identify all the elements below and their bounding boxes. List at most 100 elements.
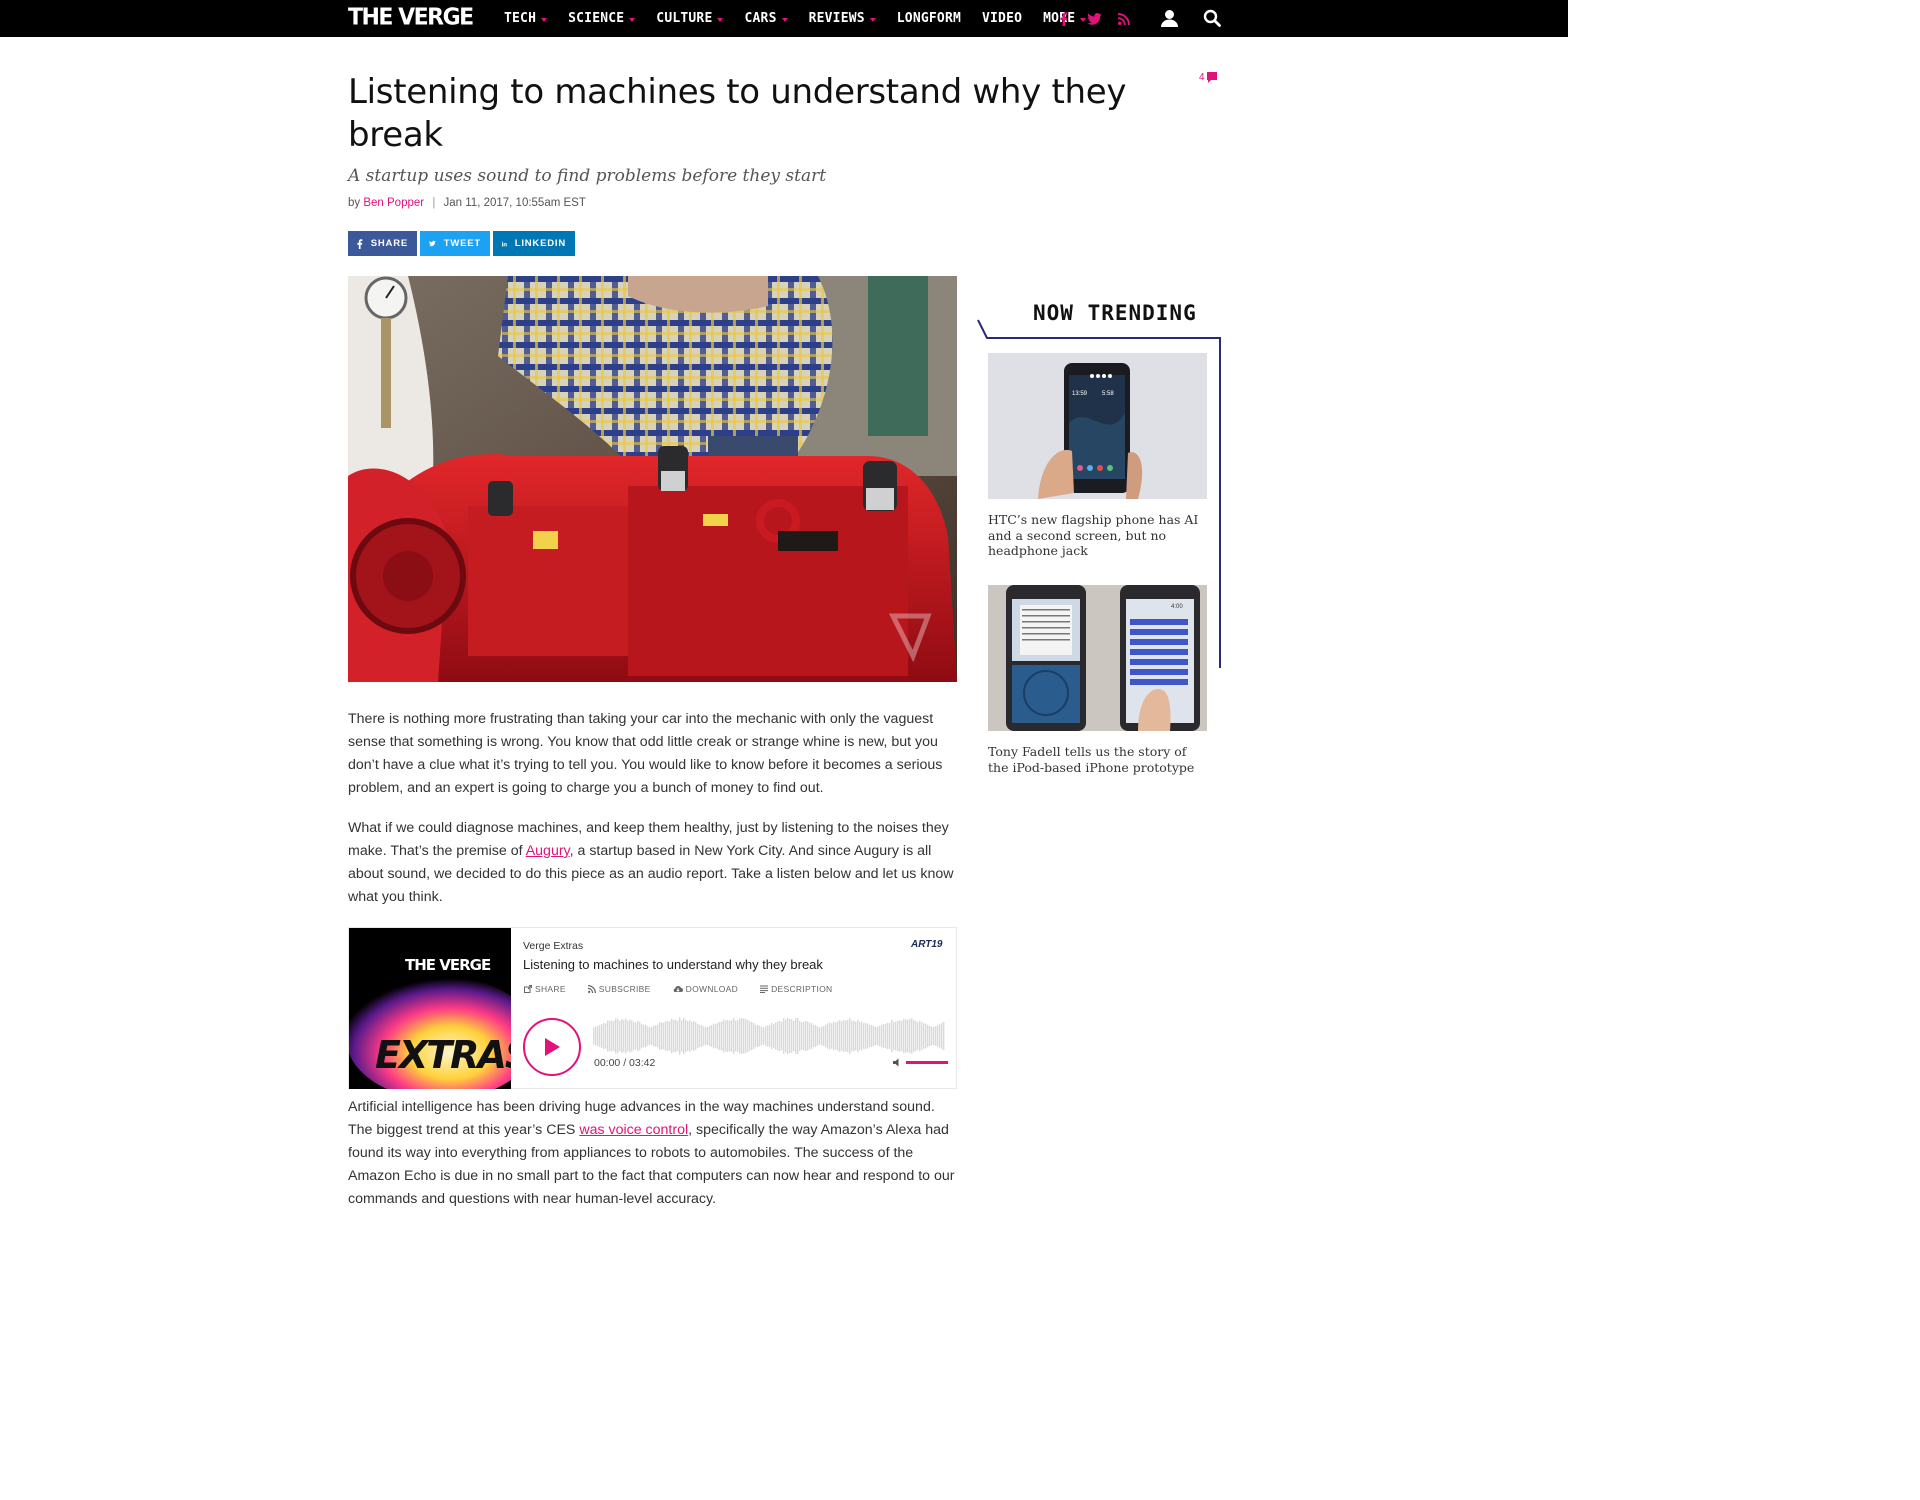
waveform-bar [787,1017,789,1055]
player-description-link[interactable]: DESCRIPTION [760,984,832,994]
waveform-bar [811,1023,813,1049]
player-download-link[interactable]: DOWNLOAD [673,984,738,994]
waveform-bar [719,1021,721,1051]
waveform-bar [617,1018,619,1054]
waveform-bar [695,1022,697,1050]
facebook-icon[interactable] [1055,10,1073,28]
waveform-bar [795,1018,797,1054]
waveform-bar [765,1026,767,1046]
waveform-bar [923,1023,925,1049]
waveform-bar [897,1020,899,1052]
waveform-bar [605,1023,607,1049]
voice-control-link[interactable]: was voice control [579,1122,688,1138]
player-share-link[interactable]: SHARE [524,984,566,994]
waveform-bar [669,1021,671,1051]
waveform-bar [681,1020,683,1052]
waveform-bar [641,1024,643,1048]
nav-label: CULTURE [656,11,713,26]
waveform-bar [613,1020,615,1052]
phone-screen-time: 13:59 [1072,391,1088,397]
waveform-bar [851,1020,853,1052]
nav-item-tech[interactable]: TECH [504,11,548,26]
social-links [1055,0,1133,37]
waveform-bar [885,1023,887,1049]
waveform-bar [677,1020,679,1052]
waveform-bar [915,1020,917,1052]
author-link[interactable]: Ben Popper [363,197,424,209]
byline-separator: | [432,197,436,209]
waveform-bar [689,1020,691,1052]
augury-link[interactable]: Augury [526,843,570,859]
waveform-bar [815,1025,817,1047]
waveform-bar [691,1021,693,1051]
comment-count-link[interactable]: 4 [1199,72,1217,83]
art19-logo[interactable]: ART19 [911,939,943,950]
waveform-bar [803,1022,805,1050]
waveform-bar [901,1021,903,1051]
waveform-bar [611,1020,613,1052]
trending-thumbnail-ipod-prototype[interactable]: 4:00 [988,585,1207,731]
nav-label: TECH [504,11,537,26]
waveform-bar [797,1017,799,1055]
player-actions: SHARE SUBSCRIBE DOWNLOAD DESCRIPTION [524,984,832,994]
nav-item-science[interactable]: SCIENCE [568,11,636,26]
trending-headline-2[interactable]: Tony Fadell tells us the story of the iP… [988,744,1210,775]
audio-waveform[interactable] [593,1014,945,1058]
caret-down-icon [629,17,636,22]
waveform-bar [859,1022,861,1050]
nav-item-culture[interactable]: CULTURE [656,11,724,26]
trending-headline-1[interactable]: HTC’s new flagship phone has AI and a se… [988,512,1210,559]
waveform-bar [659,1022,661,1050]
share-icon [524,985,532,993]
play-button[interactable] [523,1018,581,1076]
waveform-bar [867,1023,869,1049]
player-link-label: SUBSCRIBE [598,984,651,994]
hero-image-machinery [348,276,957,682]
waveform-bar [835,1022,837,1050]
waveform-bar [597,1025,599,1047]
waveform-bar [701,1025,703,1047]
volume-slider[interactable] [906,1061,948,1064]
waveform-bar [831,1023,833,1049]
nav-label: REVIEWS [808,11,865,26]
nav-item-video[interactable]: VIDEO [982,11,1022,26]
waveform-bar [821,1026,823,1046]
play-icon [545,1038,560,1056]
waveform-bar [865,1022,867,1050]
waveform-bar [737,1020,739,1052]
waveform-bar [937,1025,939,1047]
waveform-bar [665,1020,667,1052]
waveform-bar [917,1022,919,1050]
waveform-bar [809,1022,811,1050]
waveform-bar [645,1024,647,1048]
waveform-bar [671,1018,673,1054]
rss-icon[interactable] [1115,10,1133,28]
waveform-bar [779,1021,781,1051]
twitter-icon[interactable] [1085,10,1103,28]
facebook-share-button[interactable]: SHARE [348,231,417,256]
twitter-icon [429,240,436,247]
search-icon[interactable] [1203,9,1221,27]
site-logo[interactable]: THE VERGE [348,3,474,32]
waveform-bar [679,1017,681,1055]
waveform-bar [827,1023,829,1049]
waveform-bar [813,1025,815,1047]
player-link-label: DOWNLOAD [685,984,739,994]
player-subscribe-link[interactable]: SUBSCRIBE [587,984,651,994]
trending-thumbnail-htc-phone[interactable]: 13:59 5:58 [988,353,1207,499]
volume-control[interactable] [893,1058,948,1067]
linkedin-share-button[interactable]: LINKEDIN [493,231,575,256]
share-label: TWEET [443,238,481,249]
nav-item-cars[interactable]: CARS [744,11,788,26]
twitter-share-button[interactable]: TWEET [420,231,490,256]
waveform-bar [935,1026,937,1046]
user-account-icon[interactable] [1160,9,1179,28]
waveform-bar [879,1025,881,1047]
article-headline: Listening to machines to understand why … [348,72,1127,155]
nav-label: LONGFORM [896,11,961,26]
waveform-bar [675,1019,677,1053]
nav-item-reviews[interactable]: REVIEWS [809,11,876,26]
body-paragraph-3: Artificial intelligence has been driving… [348,1096,958,1211]
nav-item-longform[interactable]: LONGFORM [897,11,961,26]
waveform-bar [725,1020,727,1052]
